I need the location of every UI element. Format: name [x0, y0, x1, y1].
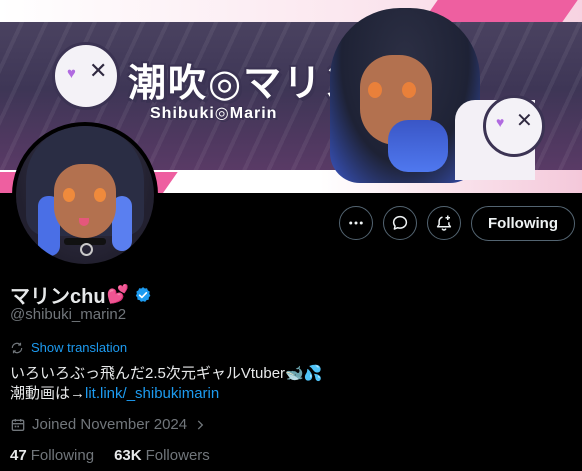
avatar-image: [16, 126, 154, 264]
joined-date: Joined November 2024: [32, 416, 188, 433]
following-button[interactable]: Following: [471, 206, 575, 241]
whale-splash-emoji-icon: 🐋💦: [285, 365, 323, 382]
more-button[interactable]: [339, 206, 373, 240]
banner-character-eye: [402, 82, 416, 98]
joined-date-row[interactable]: Joined November 2024: [10, 416, 207, 433]
message-icon: [392, 215, 408, 230]
following-label: Following: [30, 447, 95, 464]
banner-logo-text: 潮吹◎マリン: [128, 61, 364, 105]
user-handle: @shibuki_marin2: [10, 306, 127, 323]
more-horizontal-icon: [349, 221, 363, 225]
show-translation-label: Show translation: [31, 340, 128, 355]
banner-character-eye: [368, 82, 382, 98]
two-hearts-icon: 💕: [106, 284, 129, 304]
show-translation-link[interactable]: Show translation: [10, 340, 127, 355]
following-count: 47: [10, 447, 27, 464]
followers-label: Followers: [145, 447, 210, 464]
notifications-button[interactable]: [427, 206, 461, 240]
banner-character-blue-hair: [388, 120, 448, 172]
verified-badge-icon[interactable]: [134, 286, 152, 304]
followers-stat-link[interactable]: 63K Followers: [114, 447, 210, 464]
message-button[interactable]: [383, 206, 417, 240]
notification-bell-plus-icon: [436, 215, 452, 231]
follow-stats: 47 Following 63K Followers: [10, 447, 210, 464]
following-stat-link[interactable]: 47 Following: [10, 447, 94, 464]
skull-decoration-icon: ♥ ✕: [483, 95, 545, 157]
translate-icon: [11, 342, 23, 353]
followers-count: 63K: [114, 447, 142, 464]
banner-logo-subtext: Shibuki◎Marin: [150, 105, 278, 122]
profile-avatar[interactable]: [12, 122, 158, 268]
bio-link-prefix: 潮動画は→: [10, 385, 86, 402]
bio-link[interactable]: lit.link/_shibukimarin: [85, 385, 219, 402]
skull-logo-icon: ♥ ✕: [52, 42, 120, 110]
bio-text: いろいろぶっ飛んだ2.5次元ギャルVtuber: [10, 365, 286, 382]
display-name-row: マリンchu 💕: [10, 280, 152, 309]
calendar-icon: [11, 418, 25, 431]
chevron-right-icon: [197, 419, 204, 430]
bio-line-2: 潮動画は→lit.link/_shibukimarin: [10, 382, 219, 403]
display-name: マリンchu: [10, 286, 106, 308]
bio-line-1: いろいろぶっ飛んだ2.5次元ギャルVtuber🐋💦: [10, 362, 322, 383]
